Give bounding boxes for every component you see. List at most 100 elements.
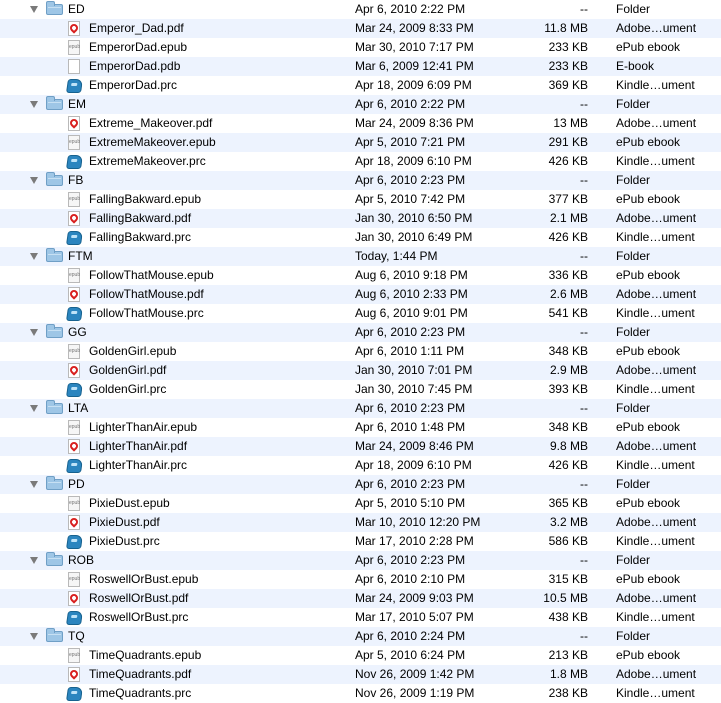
- file-size: 213 KB: [548, 648, 588, 662]
- file-size: 238 KB: [548, 686, 588, 700]
- file-size: --: [580, 2, 588, 16]
- date-modified: Apr 6, 2010 2:24 PM: [355, 629, 466, 643]
- file-row[interactable]: ExtremeMakeover.prc Apr 18, 2009 6:10 PM 4…: [0, 152, 721, 171]
- file-name: TimeQuadrants.epub: [89, 648, 202, 662]
- folder-icon: [46, 628, 63, 642]
- file-size: --: [580, 325, 588, 339]
- file-name: PixieDust.prc: [89, 534, 160, 548]
- pdf-file-icon: [68, 287, 80, 302]
- file-name: EmperorDad.prc: [89, 78, 178, 92]
- file-row[interactable]: RoswellOrBust.epub Apr 6, 2010 2:10 PM 315…: [0, 570, 721, 589]
- disclosure-triangle-icon[interactable]: [30, 557, 38, 564]
- file-kind: Folder: [616, 477, 651, 491]
- file-row[interactable]: FallingBakward.pdf Jan 30, 2010 6:50 PM 2.…: [0, 209, 721, 228]
- folder-name: GG: [68, 325, 87, 339]
- file-size: 336 KB: [548, 268, 588, 282]
- file-row[interactable]: GoldenGirl.prc Jan 30, 2010 7:45 PM 393 KB…: [0, 380, 721, 399]
- file-kind: ePub ebook: [616, 192, 681, 206]
- file-kind: ePub ebook: [616, 344, 681, 358]
- date-modified: Apr 6, 2010 2:23 PM: [355, 401, 466, 415]
- folder-icon: [46, 172, 63, 186]
- file-kind: ePub ebook: [616, 648, 681, 662]
- file-kind: Folder: [616, 249, 651, 263]
- file-row[interactable]: TimeQuadrants.epub Apr 5, 2010 6:24 PM 213…: [0, 646, 721, 665]
- disclosure-triangle-icon[interactable]: [30, 253, 38, 260]
- file-name: RoswellOrBust.pdf: [89, 591, 189, 605]
- disclosure-triangle-icon[interactable]: [30, 481, 38, 488]
- folder-row[interactable]: LTA Apr 6, 2010 2:23 PM -- Folder: [0, 399, 721, 418]
- file-row[interactable]: PixieDust.epub Apr 5, 2010 5:10 PM 365 KB e…: [0, 494, 721, 513]
- file-kind: E-book: [616, 59, 655, 73]
- file-size: 438 KB: [548, 610, 588, 624]
- file-kind: Kindle…ument: [616, 382, 695, 396]
- folder-row[interactable]: ED Apr 6, 2010 2:22 PM -- Folder: [0, 0, 721, 19]
- disclosure-triangle-icon[interactable]: [30, 177, 38, 184]
- date-modified: Mar 6, 2009 12:41 PM: [355, 59, 474, 73]
- file-size: 2.1 MB: [549, 211, 588, 225]
- date-modified: Apr 18, 2009 6:10 PM: [355, 458, 472, 472]
- file-row[interactable]: LighterThanAir.prc Apr 18, 2009 6:10 PM 42…: [0, 456, 721, 475]
- disclosure-triangle-icon[interactable]: [30, 329, 38, 336]
- file-row[interactable]: FallingBakward.prc Jan 30, 2010 6:49 PM 42…: [0, 228, 721, 247]
- file-row[interactable]: Extreme_Makeover.pdf Mar 24, 2009 8:36 PM…: [0, 114, 721, 133]
- file-name: TimeQuadrants.prc: [89, 686, 192, 700]
- epub-file-icon: [68, 192, 80, 207]
- disclosure-triangle-icon[interactable]: [30, 633, 38, 640]
- file-size: 10.5 MB: [543, 591, 588, 605]
- folder-row[interactable]: PD Apr 6, 2010 2:23 PM -- Folder: [0, 475, 721, 494]
- folder-row[interactable]: FTM Today, 1:44 PM -- Folder: [0, 247, 721, 266]
- file-row[interactable]: PixieDust.prc Mar 17, 2010 2:28 PM 586 KB K…: [0, 532, 721, 551]
- file-row[interactable]: EmperorDad.prc Apr 18, 2009 6:09 PM 369 KB…: [0, 76, 721, 95]
- file-size: --: [580, 401, 588, 415]
- date-modified: Today, 1:44 PM: [355, 249, 438, 263]
- date-modified: Apr 6, 2010 1:11 PM: [355, 344, 465, 358]
- file-row[interactable]: EmperorDad.epub Mar 30, 2010 7:17 PM 233 K…: [0, 38, 721, 57]
- folder-icon: [46, 476, 63, 490]
- file-row[interactable]: LighterThanAir.epub Apr 6, 2010 1:48 PM 34…: [0, 418, 721, 437]
- file-row[interactable]: RoswellOrBust.pdf Mar 24, 2009 9:03 PM 10.…: [0, 589, 721, 608]
- file-row[interactable]: ExtremeMakeover.epub Apr 5, 2010 7:21 PM 2…: [0, 133, 721, 152]
- date-modified: Apr 18, 2009 6:09 PM: [355, 78, 472, 92]
- file-kind: Kindle…ument: [616, 78, 695, 92]
- file-size: 2.9 MB: [549, 363, 588, 377]
- folder-row[interactable]: EM Apr 6, 2010 2:22 PM -- Folder: [0, 95, 721, 114]
- date-modified: Mar 24, 2009 9:03 PM: [355, 591, 474, 605]
- folder-name: ED: [68, 2, 85, 16]
- file-row[interactable]: Emperor_Dad.pdf Mar 24, 2009 8:33 PM 11.8 …: [0, 19, 721, 38]
- disclosure-triangle-icon[interactable]: [30, 101, 38, 108]
- date-modified: Jan 30, 2010 6:49 PM: [355, 230, 473, 244]
- file-list: ED Apr 6, 2010 2:22 PM -- Folder Emperor_Dad…: [0, 0, 721, 703]
- file-row[interactable]: EmperorDad.pdb Mar 6, 2009 12:41 PM 233 KB…: [0, 57, 721, 76]
- file-size: 348 KB: [548, 420, 588, 434]
- file-row[interactable]: FollowThatMouse.prc Aug 6, 2010 9:01 PM 54…: [0, 304, 721, 323]
- disclosure-triangle-icon[interactable]: [30, 405, 38, 412]
- file-row[interactable]: TimeQuadrants.pdf Nov 26, 2009 1:42 PM 1.8…: [0, 665, 721, 684]
- folder-row[interactable]: ROB Apr 6, 2010 2:23 PM -- Folder: [0, 551, 721, 570]
- file-row[interactable]: PixieDust.pdf Mar 10, 2010 12:20 PM 3.2 MB…: [0, 513, 721, 532]
- file-name: FallingBakward.epub: [89, 192, 202, 206]
- pdf-file-icon: [68, 116, 80, 131]
- file-name: PixieDust.pdf: [89, 515, 160, 529]
- disclosure-triangle-icon[interactable]: [30, 6, 38, 13]
- date-modified: Apr 5, 2010 6:24 PM: [355, 648, 466, 662]
- file-row[interactable]: FollowThatMouse.epub Aug 6, 2010 9:18 PM 3…: [0, 266, 721, 285]
- file-row[interactable]: LighterThanAir.pdf Mar 24, 2009 8:46 PM 9.…: [0, 437, 721, 456]
- folder-name: LTA: [68, 401, 89, 415]
- folder-row[interactable]: TQ Apr 6, 2010 2:24 PM -- Folder: [0, 627, 721, 646]
- file-row[interactable]: GoldenGirl.pdf Jan 30, 2010 7:01 PM 2.9 MB…: [0, 361, 721, 380]
- file-row[interactable]: GoldenGirl.epub Apr 6, 2010 1:11 PM 348 KB…: [0, 342, 721, 361]
- prc-file-icon: [66, 687, 83, 701]
- file-kind: Adobe…ument: [616, 287, 697, 301]
- file-name: Extreme_Makeover.pdf: [89, 116, 213, 130]
- file-kind: ePub ebook: [616, 420, 681, 434]
- date-modified: Apr 6, 2010 2:23 PM: [355, 477, 466, 491]
- folder-row[interactable]: FB Apr 6, 2010 2:23 PM -- Folder: [0, 171, 721, 190]
- epub-file-icon: [68, 344, 80, 359]
- date-modified: Apr 5, 2010 7:42 PM: [355, 192, 466, 206]
- file-row[interactable]: TimeQuadrants.prc Nov 26, 2009 1:19 PM 238…: [0, 684, 721, 703]
- folder-row[interactable]: GG Apr 6, 2010 2:23 PM -- Folder: [0, 323, 721, 342]
- file-row[interactable]: RoswellOrBust.prc Mar 17, 2010 5:07 PM 438…: [0, 608, 721, 627]
- file-row[interactable]: FallingBakward.epub Apr 5, 2010 7:42 PM 37…: [0, 190, 721, 209]
- epub-file-icon: [68, 648, 80, 663]
- file-row[interactable]: FollowThatMouse.pdf Aug 6, 2010 2:33 PM 2.…: [0, 285, 721, 304]
